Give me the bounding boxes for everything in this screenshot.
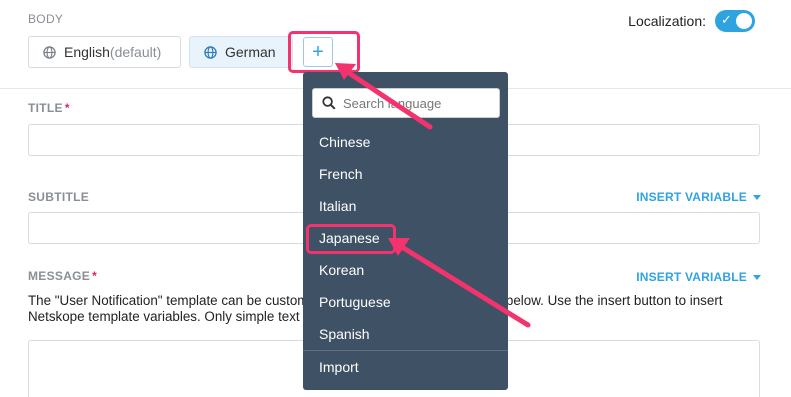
- insert-variable-message-button[interactable]: INSERT VARIABLE: [636, 270, 761, 284]
- annotation-highlight-japanese: [306, 224, 396, 254]
- dropdown-item-italian[interactable]: Italian: [319, 198, 356, 214]
- body-section-label: BODY: [28, 12, 64, 26]
- annotation-highlight-add: [288, 31, 360, 73]
- caret-down-icon: [753, 194, 761, 200]
- toggle-knob: [736, 13, 752, 29]
- insert-variable-label: INSERT VARIABLE: [636, 270, 747, 284]
- localization-toggle[interactable]: ✓: [715, 10, 755, 32]
- title-label: TITLE *: [28, 101, 70, 115]
- dropdown-item-chinese[interactable]: Chinese: [319, 134, 370, 150]
- language-search: [312, 88, 500, 118]
- message-label: MESSAGE *: [28, 269, 98, 283]
- globe-icon: [43, 45, 56, 59]
- dropdown-item-spanish[interactable]: Spanish: [319, 326, 370, 342]
- localization-label: Localization:: [628, 13, 706, 29]
- localization-control: Localization: ✓: [628, 10, 755, 32]
- dropdown-item-french[interactable]: French: [319, 166, 363, 182]
- dropdown-item-korean[interactable]: Korean: [319, 262, 364, 278]
- dropdown-item-import[interactable]: Import: [319, 359, 359, 375]
- subtitle-label: SUBTITLE: [28, 190, 90, 204]
- search-language-input[interactable]: [343, 95, 483, 111]
- globe-icon: [204, 45, 217, 59]
- search-icon: [322, 96, 336, 110]
- dropdown-divider: [303, 350, 508, 351]
- check-icon: ✓: [721, 12, 732, 27]
- tab-language-german[interactable]: German: [189, 36, 293, 68]
- tab-language-label: German: [225, 44, 276, 60]
- insert-variable-subtitle-button[interactable]: INSERT VARIABLE: [636, 190, 761, 204]
- insert-variable-label: INSERT VARIABLE: [636, 190, 747, 204]
- dropdown-item-portuguese[interactable]: Portuguese: [319, 294, 391, 310]
- tab-language-english[interactable]: English(default): [28, 36, 181, 68]
- caret-down-icon: [753, 274, 761, 280]
- tab-language-label: English(default): [64, 44, 162, 60]
